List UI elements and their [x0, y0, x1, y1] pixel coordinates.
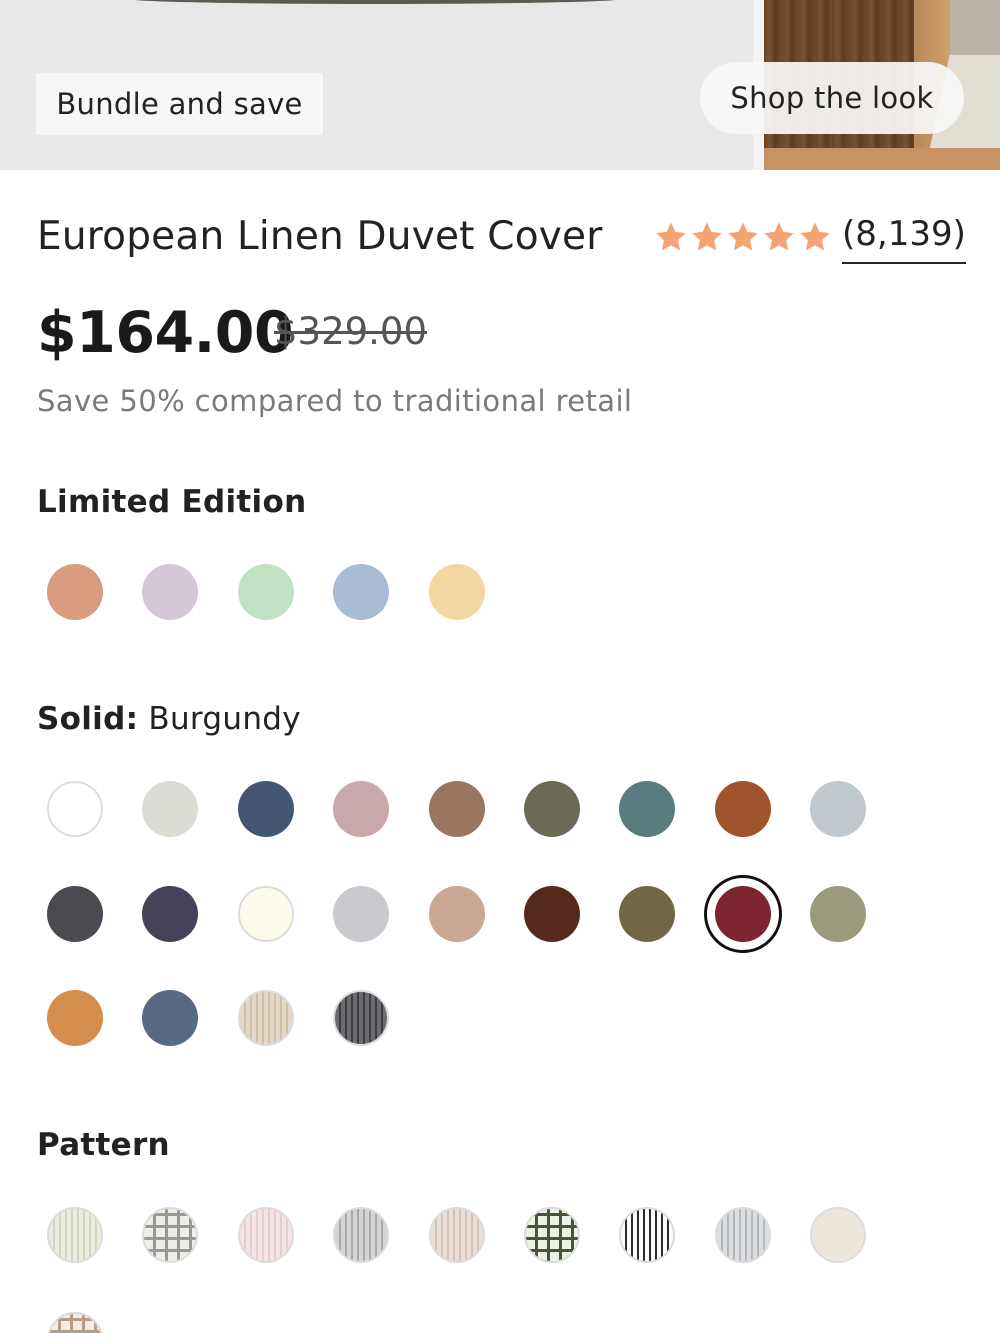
product-image-shadow	[130, 0, 620, 4]
limited-edition-swatch[interactable]	[238, 564, 294, 620]
wall	[950, 0, 1000, 60]
star-icon	[728, 222, 758, 251]
solid-color-swatch[interactable]	[142, 886, 198, 942]
solid-color-swatch[interactable]	[333, 781, 389, 837]
pattern-swatch[interactable]	[524, 1207, 580, 1263]
solid-color-swatch[interactable]	[810, 781, 866, 837]
solid-color-swatch[interactable]	[524, 886, 580, 942]
pattern-swatch[interactable]	[238, 1207, 294, 1263]
pattern-title: Pattern	[37, 1127, 170, 1163]
savings-text: Save 50% compared to traditional retail	[37, 384, 633, 418]
limited-edition-label: Limited Edition	[37, 484, 307, 520]
pattern-swatch[interactable]	[47, 1312, 103, 1333]
selected-color-name: Burgundy	[148, 701, 301, 737]
solid-color-swatch[interactable]	[238, 886, 294, 942]
pattern-swatch[interactable]	[333, 1207, 389, 1263]
solid-color-swatch[interactable]	[429, 781, 485, 837]
solid-color-swatch[interactable]	[47, 886, 103, 942]
product-title: European Linen Duvet Cover	[37, 214, 603, 259]
compare-at-price: $329.00	[274, 310, 428, 353]
limited-edition-swatch[interactable]	[47, 564, 103, 620]
solid-color-swatch[interactable]	[238, 990, 294, 1046]
solid-color-swatch[interactable]	[142, 781, 198, 837]
floor	[764, 148, 1000, 170]
solid-color-swatch[interactable]	[47, 781, 103, 837]
pattern-swatch[interactable]	[142, 1207, 198, 1263]
solid-color-swatch[interactable]	[715, 886, 771, 942]
pattern-swatch[interactable]	[429, 1207, 485, 1263]
pattern-swatch[interactable]	[619, 1207, 675, 1263]
shop-the-look-button[interactable]: Shop the look	[700, 62, 964, 134]
solid-color-swatch[interactable]	[333, 886, 389, 942]
solid-label: Solid:	[37, 701, 139, 737]
pattern-label: Pattern	[37, 1127, 170, 1163]
limited-edition-swatch[interactable]	[142, 564, 198, 620]
pattern-swatch[interactable]	[715, 1207, 771, 1263]
star-icon	[764, 222, 794, 251]
solid-color-swatch[interactable]	[619, 781, 675, 837]
sale-price: $164.00	[37, 300, 294, 366]
star-icon	[692, 222, 722, 251]
rating-stars[interactable]	[654, 220, 832, 254]
star-icon	[656, 222, 686, 251]
solid-color-swatch[interactable]	[47, 990, 103, 1046]
hero-banner: Bundle and save Shop the look	[0, 0, 1000, 170]
solid-color-swatch[interactable]	[429, 886, 485, 942]
solid-color-swatch[interactable]	[238, 781, 294, 837]
solid-color-swatch[interactable]	[715, 781, 771, 837]
star-icon	[800, 222, 830, 251]
limited-edition-swatch[interactable]	[429, 564, 485, 620]
limited-edition-swatch[interactable]	[333, 564, 389, 620]
solid-color-swatch[interactable]	[810, 886, 866, 942]
pattern-swatch[interactable]	[810, 1207, 866, 1263]
bundle-and-save-button[interactable]: Bundle and save	[36, 73, 323, 135]
pattern-swatch[interactable]	[47, 1207, 103, 1263]
solid-color-swatch[interactable]	[142, 990, 198, 1046]
solid-color-swatch[interactable]	[619, 886, 675, 942]
solid-title: Solid: Burgundy	[37, 701, 301, 737]
solid-color-swatch[interactable]	[333, 990, 389, 1046]
limited-edition-title: Limited Edition	[37, 484, 306, 520]
solid-color-swatch[interactable]	[524, 781, 580, 837]
review-count-link[interactable]: (8,139)	[842, 214, 966, 264]
